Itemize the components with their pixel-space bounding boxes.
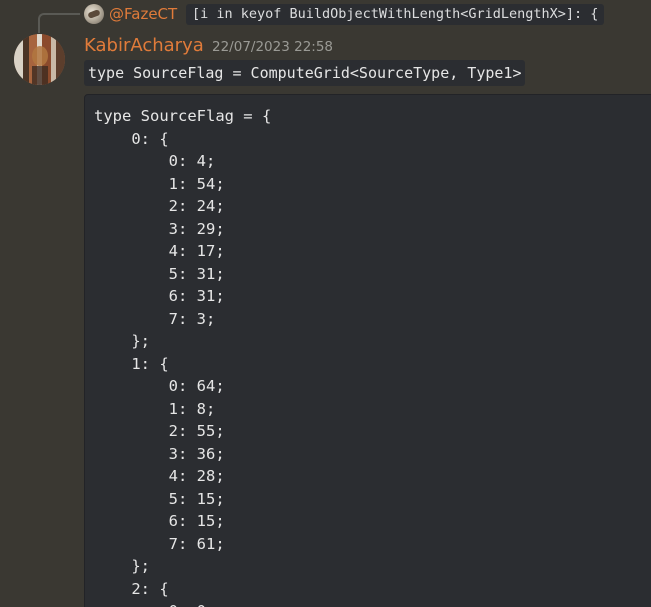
- reply-snippet[interactable]: [i in keyof BuildObjectWithLength<GridLe…: [186, 4, 605, 25]
- code-line: 1: 54;: [94, 174, 225, 193]
- code-line: 2: 55;: [94, 422, 225, 440]
- code-line: 0: {: [94, 129, 169, 148]
- code-line: 7: 3;: [94, 309, 216, 328]
- avatar-image: [14, 34, 65, 85]
- code-line: 6: 31;: [94, 287, 225, 305]
- code-line: };: [94, 557, 150, 575]
- code-line: 2: {: [94, 579, 169, 598]
- code-line: 4: 28;: [94, 467, 225, 485]
- code-line: 2: 24;: [94, 197, 225, 215]
- code-line: 5: 31;: [94, 264, 225, 283]
- code-line: 0: 4;: [94, 152, 216, 170]
- code-content: type SourceFlag = { 0: { 0: 4; 1: 54; 2:…: [85, 95, 651, 607]
- code-line: 4: 17;: [94, 242, 225, 260]
- reply-connector: [38, 13, 80, 33]
- code-line: 0: 64;: [94, 377, 225, 395]
- reply-author-name[interactable]: @FazeCT: [109, 5, 177, 23]
- message-timestamp: 22/07/2023 22:58: [212, 39, 334, 55]
- code-line: 7: 61;: [94, 534, 225, 553]
- code-line: 3: 29;: [94, 219, 225, 238]
- inline-code: type SourceFlag = ComputeGrid<SourceType…: [84, 60, 526, 86]
- code-line: 1: {: [94, 354, 169, 373]
- code-line: 3: 36;: [94, 444, 225, 463]
- chat-message-view: @FazeCT [i in keyof BuildObjectWithLengt…: [0, 0, 651, 607]
- author-avatar[interactable]: [14, 34, 65, 85]
- code-block: type SourceFlag = { 0: { 0: 4; 1: 54; 2:…: [84, 94, 651, 607]
- code-line: 5: 15;: [94, 489, 225, 508]
- code-line: 6: 15;: [94, 512, 225, 530]
- reply-author-avatar[interactable]: [84, 4, 104, 24]
- code-line: 0: 0;: [94, 600, 651, 607]
- code-line: };: [94, 332, 150, 350]
- code-line: 1: 8;: [94, 399, 216, 418]
- author-name[interactable]: KabirAcharya: [84, 35, 204, 57]
- code-line: type SourceFlag = {: [94, 107, 272, 125]
